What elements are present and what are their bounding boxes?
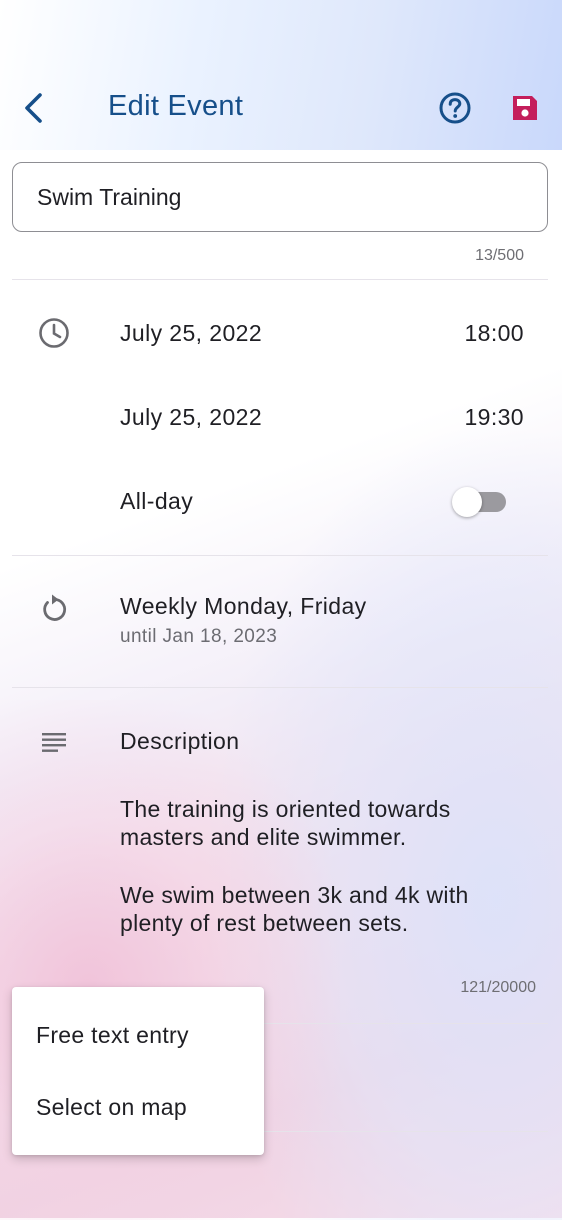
clock-icon [36, 315, 72, 351]
event-title-field[interactable] [12, 162, 548, 232]
description-text[interactable]: The training is oriented towards masters… [120, 795, 530, 967]
save-icon [513, 96, 537, 120]
app-header: Edit Event [0, 0, 562, 150]
start-date[interactable]: July 25, 2022 [120, 320, 262, 347]
description-label: Description [120, 728, 240, 754]
all-day-label: All-day [120, 488, 194, 514]
menu-item-select-on-map[interactable]: Select on map [12, 1072, 264, 1142]
end-date[interactable]: July 25, 2022 [120, 404, 262, 431]
divider [12, 687, 548, 688]
end-time[interactable]: 19:30 [464, 404, 524, 431]
divider [12, 555, 548, 556]
notes-icon [36, 724, 72, 760]
event-title-input[interactable] [37, 183, 517, 211]
location-option-menu: Free text entry Select on map [12, 987, 264, 1155]
save-button[interactable] [506, 88, 544, 128]
repeat-icon [36, 591, 72, 627]
recurrence-rule[interactable]: Weekly Monday, Friday [120, 593, 367, 620]
help-button[interactable] [436, 88, 474, 128]
menu-item-free-text[interactable]: Free text entry [12, 1000, 264, 1070]
toggle-thumb [452, 487, 482, 517]
page-title: Edit Event [108, 90, 244, 122]
title-char-counter: 13/500 [475, 247, 524, 264]
description-paragraph: The training is oriented towards masters… [120, 796, 451, 850]
help-circle-icon [439, 92, 471, 124]
description-paragraph: We swim between 3k and 4k with plenty of… [120, 882, 469, 936]
divider [12, 279, 548, 280]
description-char-counter: 121/20000 [460, 979, 536, 996]
start-time[interactable]: 18:00 [464, 320, 524, 347]
recurrence-until: until Jan 18, 2023 [120, 626, 278, 647]
back-button[interactable] [14, 86, 54, 130]
chevron-left-icon [25, 93, 42, 123]
all-day-toggle[interactable] [452, 484, 508, 520]
